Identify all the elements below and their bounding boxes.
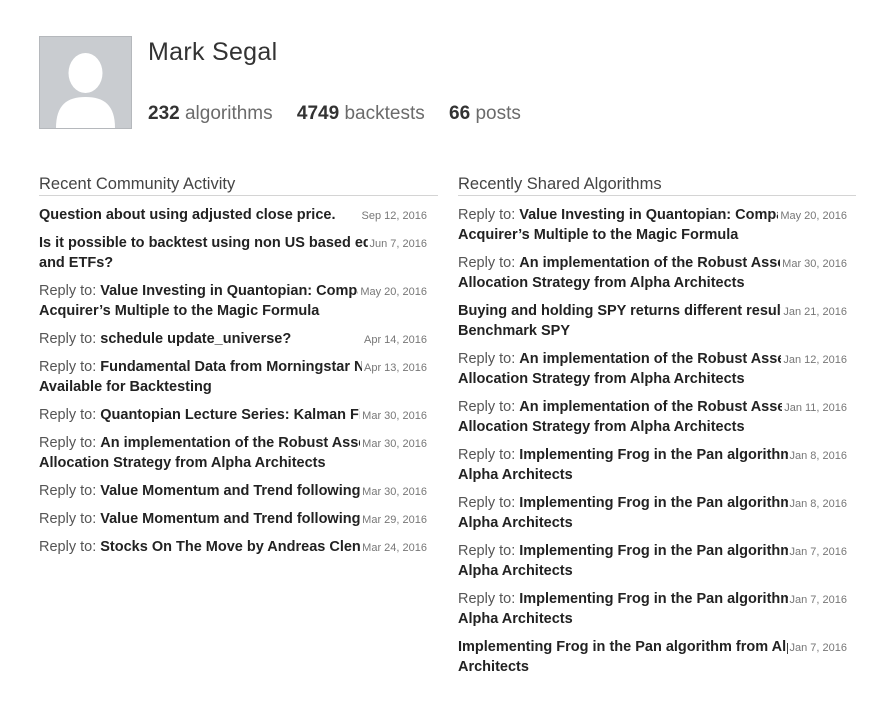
list-item: Reply to: Value Momentum and Trend follo… [39, 481, 438, 502]
post-link[interactable]: Value Momentum and Trend following [100, 511, 360, 527]
reply-prefix: Reply to: [458, 207, 520, 223]
reply-prefix: Reply to: [458, 255, 520, 271]
list-item: Reply to: Value Investing in Quantopian:… [39, 281, 438, 321]
post-link[interactable]: Question about using adjusted close pric… [39, 207, 336, 223]
list-item: Reply to: Fundamental Data from Mornings… [39, 357, 438, 397]
list-item: Reply to: Value Investing in Quantopian:… [458, 205, 857, 245]
shared-algorithms-section: Recently Shared Algorithms Reply to: Val… [458, 174, 857, 685]
algorithm-link[interactable]: Implementing Frog in the Pan algorithm f… [458, 639, 812, 675]
post-date: Mar 30, 2016 [360, 434, 427, 454]
list-item: Question about using adjusted close pric… [39, 205, 438, 226]
stat-count: 4749 [296, 103, 340, 124]
community-activity-list: Question about using adjusted close pric… [39, 205, 438, 558]
stat-label: algorithms [184, 103, 273, 124]
stat-algorithms[interactable]: 232 algorithms [148, 103, 273, 125]
list-item: Reply to: Implementing Frog in the Pan a… [458, 493, 857, 533]
algorithm-link[interactable]: Buying and holding SPY returns different… [458, 303, 830, 339]
list-item: Reply to: An implementation of the Robus… [458, 349, 857, 389]
list-item-text[interactable]: Is it possible to backtest using non US … [39, 233, 419, 273]
reply-prefix: Reply to: [458, 399, 520, 415]
reply-prefix: Reply to: [39, 483, 101, 499]
avatar [39, 36, 132, 129]
list-item: Reply to: An implementation of the Robus… [39, 433, 438, 473]
post-date: Mar 30, 2016 [360, 406, 427, 426]
post-link[interactable]: Value Momentum and Trend following [100, 483, 360, 499]
post-date: Jan 11, 2016 [782, 398, 847, 418]
reply-prefix: Reply to: [458, 543, 520, 559]
list-item: Reply to: An implementation of the Robus… [458, 397, 857, 437]
list-item: Implementing Frog in the Pan algorithm f… [458, 637, 857, 677]
post-date: Mar 30, 2016 [780, 254, 847, 274]
post-date: Apr 13, 2016 [362, 358, 427, 378]
list-item: Reply to: Implementing Frog in the Pan a… [458, 445, 857, 485]
post-date: Jan 8, 2016 [787, 446, 847, 466]
reply-prefix: Reply to: [39, 511, 101, 527]
list-item: Reply to: schedule update_universe? Apr 1… [39, 329, 438, 350]
list-item: Buying and holding SPY returns different… [458, 301, 857, 341]
reply-prefix: Reply to: [39, 407, 101, 423]
post-link[interactable]: Quantopian Lecture Series: Kalman Filter… [100, 407, 393, 423]
reply-prefix: Reply to: [458, 447, 520, 463]
profile-stats: 232 algorithms 4749 backtests 66 posts [148, 103, 540, 125]
reply-prefix: Reply to: [458, 591, 520, 607]
post-date: Mar 24, 2016 [360, 538, 427, 558]
stat-posts[interactable]: 66 posts [449, 103, 521, 125]
user-silhouette-icon [40, 37, 131, 128]
post-date: May 20, 2016 [778, 206, 847, 226]
reply-prefix: Reply to: [39, 283, 101, 299]
list-item: Reply to: Value Momentum and Trend follo… [39, 509, 438, 530]
stat-count: 232 [148, 103, 180, 124]
stat-backtests[interactable]: 4749 backtests [297, 103, 425, 125]
post-date: May 20, 2016 [358, 282, 427, 302]
list-item: Reply to: Stocks On The Move by Andreas … [39, 537, 438, 558]
reply-prefix: Reply to: [458, 351, 520, 367]
list-item: Reply to: Implementing Frog in the Pan a… [458, 589, 857, 629]
post-date: Jan 7, 2016 [787, 542, 847, 562]
stat-label: posts [475, 103, 521, 124]
post-date: Jan 7, 2016 [787, 638, 847, 658]
profile-page: Mark Segal 232 algorithms 4749 backtests… [0, 0, 889, 720]
post-date: Jan 7, 2016 [787, 590, 847, 610]
profile-name: Mark Segal [148, 38, 278, 66]
list-item: Is it possible to backtest using non US … [39, 233, 438, 273]
community-activity-title: Recent Community Activity [39, 174, 438, 196]
post-date: Mar 29, 2016 [360, 510, 427, 530]
post-link[interactable]: Is it possible to backtest using non US … [39, 235, 410, 271]
reply-prefix: Reply to: [39, 331, 101, 347]
stat-count: 66 [449, 103, 471, 124]
stat-label: backtests [344, 103, 425, 124]
shared-algorithms-list: Reply to: Value Investing in Quantopian:… [458, 205, 857, 677]
post-link[interactable]: schedule update_universe? [100, 331, 291, 347]
post-link[interactable]: Stocks On The Move by Andreas Clenow [100, 539, 381, 555]
post-date: Jan 12, 2016 [781, 350, 847, 370]
list-item: Reply to: Implementing Frog in the Pan a… [458, 541, 857, 581]
post-date: Jan 21, 2016 [781, 302, 847, 322]
post-date: Mar 30, 2016 [360, 482, 427, 502]
list-item: Reply to: An implementation of the Robus… [458, 253, 857, 293]
shared-algorithms-title: Recently Shared Algorithms [458, 174, 856, 196]
community-activity-section: Recent Community Activity Question about… [39, 174, 438, 565]
list-item: Reply to: Quantopian Lecture Series: Kal… [39, 405, 438, 426]
reply-prefix: Reply to: [458, 495, 520, 511]
reply-prefix: Reply to: [39, 539, 101, 555]
reply-prefix: Reply to: [39, 435, 101, 451]
post-date: Apr 14, 2016 [362, 330, 427, 350]
post-date: Jun 7, 2016 [367, 234, 427, 254]
reply-prefix: Reply to: [39, 359, 101, 375]
post-date: Jan 8, 2016 [787, 494, 847, 514]
post-date: Sep 12, 2016 [359, 206, 427, 226]
